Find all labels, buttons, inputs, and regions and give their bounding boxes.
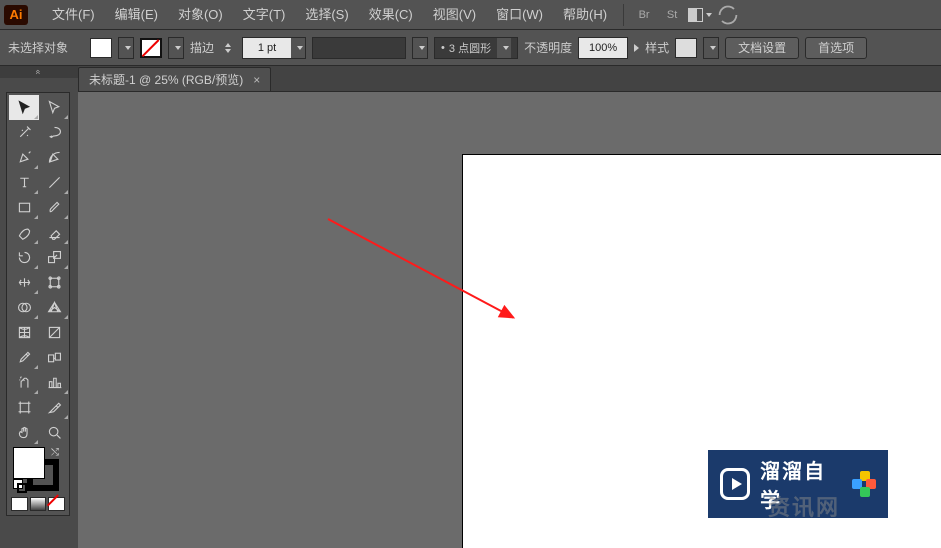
- type-tool[interactable]: [9, 170, 39, 195]
- menu-window[interactable]: 窗口(W): [486, 0, 553, 30]
- double-chevron-icon: «: [34, 69, 44, 74]
- artboard-tool[interactable]: [9, 395, 39, 420]
- eyedropper-tool[interactable]: [9, 345, 39, 370]
- opacity-field[interactable]: [578, 37, 628, 59]
- watermark-sub: 资讯网: [768, 490, 840, 522]
- column-graph-tool[interactable]: [39, 370, 69, 395]
- brush-definition[interactable]: • 3 点圆形: [434, 37, 518, 59]
- gradient-tool[interactable]: [39, 320, 69, 345]
- layout-icon: [688, 8, 703, 22]
- selection-status: 未选择对象: [8, 39, 68, 56]
- app-logo: Ai: [4, 5, 28, 25]
- pen-tool[interactable]: [9, 145, 39, 170]
- menu-type[interactable]: 文字(T): [233, 0, 296, 30]
- menu-effect[interactable]: 效果(C): [359, 0, 423, 30]
- menu-object[interactable]: 对象(O): [168, 0, 233, 30]
- stroke-dropdown[interactable]: [168, 37, 184, 59]
- rotate-tool[interactable]: [9, 245, 39, 270]
- stroke-weight-field[interactable]: [242, 37, 306, 59]
- control-bar: 未选择对象 描边 • 3 点圆形 不透明度 样式 文档设置 首选项: [0, 30, 941, 66]
- document-setup-button[interactable]: 文档设置: [725, 37, 799, 59]
- play-icon: [720, 468, 750, 500]
- chevron-down-icon: [503, 46, 509, 50]
- color-mode-none[interactable]: [48, 497, 65, 511]
- style-label[interactable]: 样式: [645, 39, 669, 56]
- fill-swatch[interactable]: [90, 38, 112, 58]
- document-tab-title: 未标题-1 @ 25% (RGB/预览): [89, 71, 243, 88]
- graphic-style-dropdown[interactable]: [703, 37, 719, 59]
- document-tab[interactable]: 未标题-1 @ 25% (RGB/预览) ×: [78, 67, 271, 91]
- menu-bar: Ai 文件(F) 编辑(E) 对象(O) 文字(T) 选择(S) 效果(C) 视…: [0, 0, 941, 30]
- menu-file[interactable]: 文件(F): [42, 0, 105, 30]
- free-transform-tool[interactable]: [39, 270, 69, 295]
- chevron-down-icon: [706, 13, 712, 17]
- scale-tool[interactable]: [39, 245, 69, 270]
- rectangle-tool[interactable]: [9, 195, 39, 220]
- color-mode-gradient[interactable]: [30, 497, 47, 511]
- variable-width-profile[interactable]: [312, 37, 406, 59]
- fill-dropdown[interactable]: [118, 37, 134, 59]
- menu-select[interactable]: 选择(S): [295, 0, 358, 30]
- sync-icon[interactable]: [716, 4, 740, 26]
- eraser-tool[interactable]: [39, 220, 69, 245]
- bridge-button[interactable]: Br: [632, 4, 656, 26]
- default-fill-stroke-icon[interactable]: [13, 479, 27, 493]
- document-tabstrip: 未标题-1 @ 25% (RGB/预览) ×: [78, 66, 941, 92]
- divider: [623, 4, 624, 26]
- workspace-layout-button[interactable]: [688, 4, 712, 26]
- toolbox-collapse-toggle[interactable]: «: [0, 66, 78, 78]
- opacity-input[interactable]: [579, 38, 627, 58]
- menu-help[interactable]: 帮助(H): [553, 0, 617, 30]
- mesh-tool[interactable]: [9, 320, 39, 345]
- stock-button[interactable]: St: [660, 4, 684, 26]
- shaper-tool[interactable]: [9, 220, 39, 245]
- width-tool[interactable]: [9, 270, 39, 295]
- color-mode-row: [9, 495, 67, 513]
- blend-tool[interactable]: [39, 345, 69, 370]
- shape-builder-tool[interactable]: [9, 295, 39, 320]
- stroke-weight-input[interactable]: [243, 38, 291, 58]
- opacity-more-icon[interactable]: [634, 44, 639, 52]
- perspective-grid-tool[interactable]: [39, 295, 69, 320]
- preferences-button[interactable]: 首选项: [805, 37, 867, 59]
- slice-tool[interactable]: [39, 395, 69, 420]
- canvas-area[interactable]: 溜溜自学 资讯网: [78, 92, 941, 548]
- zoom-tool[interactable]: [39, 420, 69, 445]
- opacity-label[interactable]: 不透明度: [524, 39, 572, 56]
- magic-wand-tool[interactable]: [9, 120, 39, 145]
- fill-stroke-indicator[interactable]: ⤭: [11, 447, 65, 493]
- brush-definition-value: 3 点圆形: [449, 40, 491, 56]
- stroke-weight-stepper[interactable]: [220, 37, 236, 59]
- hand-tool[interactable]: [9, 420, 39, 445]
- paintbrush-tool[interactable]: [39, 195, 69, 220]
- chevron-down-icon: [125, 46, 131, 50]
- menu-view[interactable]: 视图(V): [423, 0, 486, 30]
- toolbox: ⤭: [6, 92, 70, 516]
- stroke-swatch[interactable]: [140, 38, 162, 58]
- symbol-sprayer-tool[interactable]: [9, 370, 39, 395]
- curvature-tool[interactable]: [39, 145, 69, 170]
- swap-fill-stroke-icon[interactable]: ⤭: [51, 447, 59, 458]
- chevron-down-icon: [419, 46, 425, 50]
- direct-selection-tool[interactable]: [39, 95, 69, 120]
- menu-edit[interactable]: 编辑(E): [105, 0, 168, 30]
- flower-icon: [852, 471, 876, 497]
- stroke-label[interactable]: 描边: [190, 39, 214, 56]
- chevron-down-icon: [710, 46, 716, 50]
- selection-tool[interactable]: [9, 95, 39, 120]
- line-segment-tool[interactable]: [39, 170, 69, 195]
- fill-color-box[interactable]: [13, 447, 45, 479]
- chevron-down-icon: [297, 46, 303, 50]
- chevron-down-icon: [175, 46, 181, 50]
- graphic-style-swatch[interactable]: [675, 38, 697, 58]
- close-tab-button[interactable]: ×: [253, 73, 260, 87]
- variable-width-dropdown[interactable]: [412, 37, 428, 59]
- lasso-tool[interactable]: [39, 120, 69, 145]
- color-mode-solid[interactable]: [11, 497, 28, 511]
